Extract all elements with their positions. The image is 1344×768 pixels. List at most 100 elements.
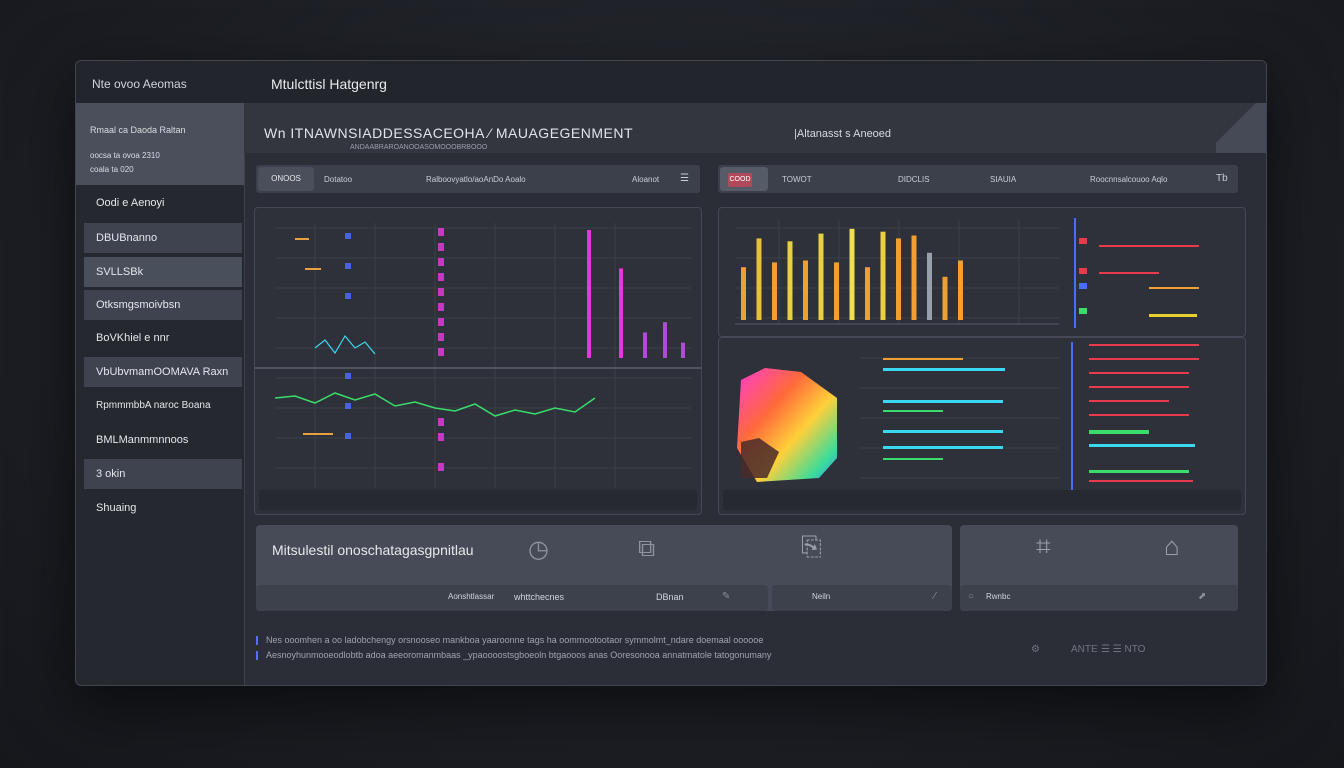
settings-icon[interactable]: ⚙ bbox=[1031, 644, 1040, 655]
sidebar-item-label: BMLManmmnnoos bbox=[96, 434, 189, 446]
left-toolbar: ONOOS Dotatoo Ralboovyatlo/aoAnDo Aoalo … bbox=[256, 165, 700, 193]
chart-bar bbox=[643, 332, 647, 358]
profile-line: Rmaal ca Daoda Raltan bbox=[90, 125, 186, 135]
summary-side-bar: Neiln ⁄ bbox=[772, 585, 952, 611]
left-toolbar-item[interactable]: Dotatoo bbox=[324, 175, 352, 184]
header-right-label: |Altanasst s Aneoed bbox=[794, 128, 892, 140]
note-marker bbox=[256, 651, 258, 661]
home-icon[interactable]: ⌂ bbox=[1164, 531, 1180, 562]
right-toolbar-chip[interactable]: COOD bbox=[720, 167, 768, 191]
expand-icon[interactable]: ⁄ bbox=[934, 591, 936, 602]
sidebar-item-9[interactable]: Shuaing bbox=[84, 493, 242, 523]
note-marker bbox=[256, 636, 258, 646]
left-chart-canvas bbox=[255, 223, 701, 510]
sidebar-item-label: Oodi e Aenoyi bbox=[96, 197, 165, 209]
sidebar-item-label: RpmmmbbA naroc Boana bbox=[96, 400, 211, 411]
chart-bar bbox=[942, 276, 948, 320]
chart-bar bbox=[911, 235, 917, 320]
summary-toolbar-item[interactable]: Aonshtlassar bbox=[448, 592, 494, 601]
summary-side-item[interactable]: Neiln bbox=[812, 592, 830, 601]
sidebar-item-label: SVLLSBk bbox=[96, 266, 144, 278]
summary-tile[interactable]: Mitsulestil onoschatagasgpnitlau ◷ ⧉ ⎘ A… bbox=[256, 525, 952, 611]
summary-toolbar-item[interactable]: DBnan bbox=[656, 592, 684, 602]
sidebar-item-label: BoVKhiel e nnr bbox=[96, 332, 170, 344]
summary-toolbar-item[interactable]: whttchecnes bbox=[514, 592, 564, 602]
gem-and-hbars bbox=[723, 342, 1241, 510]
image-icon[interactable]: ⧉ bbox=[638, 535, 655, 563]
right-toolbar-item[interactable]: Tb bbox=[1216, 173, 1228, 184]
sidebar: Rmaal ca Daoda Raltan oocsa ta ovoa 2310… bbox=[76, 103, 245, 685]
right-toolbar-item[interactable]: SIAUIA bbox=[990, 175, 1016, 184]
footer-control[interactable]: ☰ ☰ NTO bbox=[1101, 644, 1145, 655]
chart-bar bbox=[958, 260, 963, 320]
chart-bar bbox=[663, 322, 667, 358]
sidebar-item-label: DBUBnanno bbox=[96, 232, 158, 244]
sidebar-item-label: 3 okin bbox=[96, 468, 126, 480]
footer-control[interactable]: ANTE bbox=[1071, 644, 1098, 655]
sidebar-item-2[interactable]: SVLLSBk bbox=[84, 257, 242, 287]
sidebar-item-1[interactable]: DBUBnanno bbox=[84, 223, 242, 253]
sidebar-item-7[interactable]: BMLManmmnnoos bbox=[84, 425, 242, 455]
right-toolbar-item[interactable]: TOWOT bbox=[782, 175, 812, 184]
chart-bar bbox=[880, 231, 886, 320]
sidebar-item-label: Shuaing bbox=[96, 502, 137, 514]
chart-bar bbox=[834, 262, 839, 320]
left-toolbar-item[interactable]: Ralboovyatlo/aoAnDo Aoalo bbox=[426, 175, 526, 184]
chart-bar bbox=[587, 230, 591, 358]
left-toolbar-chip[interactable]: ONOOS bbox=[258, 167, 314, 191]
profile-line: oocsa ta ovoa 2310 bbox=[90, 151, 160, 160]
clock-icon[interactable]: ◷ bbox=[528, 535, 549, 564]
actions-toolbar: ○ Rwnbc ⬈ bbox=[960, 585, 1238, 611]
left-chart-panel bbox=[254, 207, 702, 515]
right-bar-chart bbox=[735, 218, 1199, 328]
pd-icon[interactable]: ⎘ bbox=[801, 531, 822, 563]
right-bars bbox=[741, 228, 963, 320]
chart-bar bbox=[756, 238, 762, 320]
header-accent bbox=[1216, 103, 1266, 153]
chart-bar bbox=[803, 260, 808, 320]
right-bottom-panel bbox=[718, 337, 1246, 515]
sidebar-item-6[interactable]: RpmmmbbA naroc Boana bbox=[84, 391, 242, 421]
export-icon[interactable]: ⬈ bbox=[1198, 591, 1206, 602]
sidebar-item-label: VbUbvmamOOMAVA Raxn bbox=[96, 366, 229, 378]
profile-line: coala ta 020 bbox=[90, 165, 134, 174]
content-header: Wn ITNAWNSIADDESSACEOHA ⁄ MAUAGEGENMENT … bbox=[244, 103, 1266, 153]
gallery-icon[interactable]: ⌗ bbox=[1036, 531, 1051, 563]
spark-line bbox=[314, 334, 376, 355]
titlebar: Nte ovoo Aeomas Mtulcttisl Hatgenrg bbox=[76, 61, 1266, 103]
note-text: Aesnoyhunmooeodlobtb adoa aeeoromanmbaas… bbox=[266, 650, 772, 660]
right-top-chart-panel bbox=[718, 207, 1246, 337]
window-title: Mtulcttisl Hatgenrg bbox=[271, 76, 387, 92]
right-toolbar: COOD TOWOT DIDCLIS SIAUIA Roocnnsalcouoo… bbox=[718, 165, 1238, 193]
sidebar-item-0[interactable]: Oodi e Aenoyi bbox=[84, 188, 242, 218]
actions-tile[interactable]: ⌗ ⌂ ○ Rwnbc ⬈ bbox=[960, 525, 1238, 611]
chart-bar bbox=[896, 238, 901, 320]
profile-card[interactable]: Rmaal ca Daoda Raltan oocsa ta ovoa 2310… bbox=[76, 103, 244, 185]
notes-line: Nes ooomhen a oo ladobchengy orsnooseo m… bbox=[256, 635, 764, 646]
chart-bar bbox=[741, 267, 746, 320]
right-toolbar-item[interactable]: Roocnnsalcouoo Aqlo bbox=[1090, 175, 1167, 184]
sidebar-item-5[interactable]: VbUbvmamOOMAVA Raxn bbox=[84, 357, 242, 387]
chart-bar bbox=[619, 268, 623, 358]
edit-icon[interactable]: ✎ bbox=[722, 591, 730, 602]
note-text: Nes ooomhen a oo ladobchengy orsnooseo m… bbox=[266, 635, 764, 645]
right-toolbar-item[interactable]: DIDCLIS bbox=[898, 175, 930, 184]
chart-bar bbox=[865, 267, 870, 320]
page-title: Wn ITNAWNSIADDESSACEOHA ⁄ MAUAGEGENMENT bbox=[264, 125, 634, 141]
sidebar-item-label: Otksmgsmoivbsn bbox=[96, 299, 181, 311]
chart-bar bbox=[818, 233, 824, 320]
menu-icon[interactable]: ☰ bbox=[680, 173, 689, 184]
sidebar-item-8[interactable]: 3 okin bbox=[84, 459, 242, 489]
chart-bar bbox=[681, 342, 685, 358]
left-toolbar-item[interactable]: Aloanot bbox=[632, 175, 659, 184]
sidebar-item-3[interactable]: Otksmgsmoivbsn bbox=[84, 290, 242, 320]
actions-toolbar-item[interactable]: Rwnbc bbox=[986, 592, 1010, 601]
chart-bar bbox=[787, 241, 793, 320]
sidebar-item-4[interactable]: BoVKhiel e nnr bbox=[84, 323, 242, 353]
search-icon[interactable]: ○ bbox=[968, 591, 974, 602]
chart-bar bbox=[849, 228, 855, 320]
left-bars bbox=[587, 230, 685, 358]
app-name: Nte ovoo Aeomas bbox=[92, 77, 187, 91]
page-subtitle: ANDAABRAROANOOASOMOOOBRBOOO bbox=[350, 144, 488, 151]
notes-line: Aesnoyhunmooeodlobtb adoa aeeoromanmbaas… bbox=[256, 650, 772, 661]
